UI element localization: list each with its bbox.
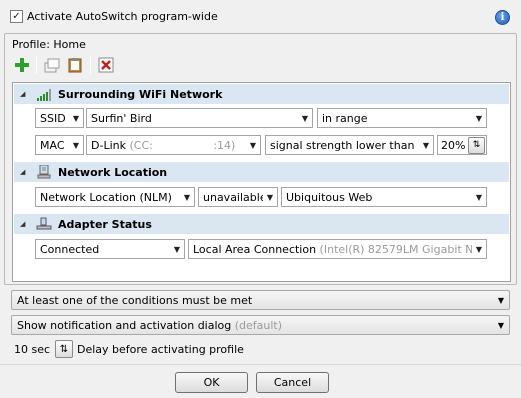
info-icon[interactable]: i — [495, 10, 510, 25]
section-wifi-header[interactable]: ◢ Surrounding WiFi Network — [14, 84, 509, 104]
notification-label: Show notification and activation dialog — [17, 318, 232, 332]
mac-value: D-Link (CC: :14) — [91, 139, 246, 152]
chevron-down-icon: ▼ — [475, 113, 483, 123]
delay-value[interactable]: 10 sec — [14, 343, 50, 356]
dialog-separator — [0, 364, 521, 365]
network-adapter-icon — [36, 217, 52, 231]
mac-type-value: MAC — [40, 138, 65, 152]
chevron-down-icon: ▼ — [475, 244, 483, 254]
ok-button[interactable]: OK — [175, 372, 248, 393]
mac-condition-value: signal strength lower than — [270, 138, 415, 152]
chevron-down-icon: ▼ — [183, 192, 191, 202]
delete-icon — [98, 57, 114, 73]
mac-value-input[interactable]: D-Link (CC: :14) ▼ — [86, 135, 261, 155]
section-adapter-header[interactable]: ◢ Adapter Status — [14, 214, 509, 234]
computer-icon — [36, 165, 52, 179]
conditions-panel: ◢ Surrounding WiFi Network SSID ▼ Surfin… — [12, 82, 511, 282]
chevron-down-icon: ▼ — [475, 192, 483, 202]
condition-mode-value: At least one of the conditions must be m… — [17, 293, 253, 307]
signal-threshold-input[interactable]: 20% ⇅ — [437, 135, 487, 155]
section-location-header[interactable]: ◢ Network Location — [14, 162, 509, 182]
add-button[interactable] — [13, 56, 31, 74]
section-adapter-title: Adapter Status — [58, 217, 152, 231]
location-type-select[interactable]: Network Location (NLM) ▼ — [35, 187, 195, 207]
condition-mode-select[interactable]: At least one of the conditions must be m… — [11, 290, 510, 310]
profile-label: Profile: Home — [12, 38, 86, 51]
section-location-title: Network Location — [58, 165, 168, 179]
chevron-down-icon: ▼ — [422, 140, 430, 150]
wifi-ssid-value: Surfin' Bird — [91, 111, 152, 125]
adapter-select[interactable]: Local Area Connection (Intel(R) 82579LM … — [188, 239, 487, 259]
spin-icon: ⇅ — [59, 343, 69, 355]
chevron-down-icon: ▼ — [72, 140, 80, 150]
adapter-name: Local Area Connection — [193, 242, 317, 256]
wifi-ssid-input[interactable]: Surfin' Bird ▼ — [86, 108, 313, 128]
chevron-down-icon: ▼ — [497, 295, 505, 305]
adapter-detail: (Intel(R) 82579LM Gigabit Network — [319, 242, 472, 256]
chevron-down-icon: ▼ — [173, 244, 181, 254]
wifi-type-value: SSID — [40, 111, 66, 125]
activate-checkbox[interactable]: ✓ — [10, 10, 23, 23]
chevron-down-icon: ▼ — [301, 113, 309, 123]
location-type-value: Network Location (NLM) — [40, 190, 172, 204]
activate-label: Activate AutoSwitch program-wide — [27, 10, 218, 23]
chevron-down-icon: ▼ — [249, 140, 257, 150]
mac-type-select[interactable]: MAC ▼ — [35, 135, 84, 155]
mac-device-name: D-Link — [91, 138, 126, 152]
duplicate-icon — [44, 58, 60, 73]
spin-icon[interactable]: ⇅ — [468, 136, 485, 154]
activate-checkbox-row[interactable]: ✓ Activate AutoSwitch program-wide — [10, 10, 218, 23]
location-value: Ubiquitous Web — [286, 190, 373, 204]
signal-threshold-value: 20% — [441, 138, 466, 152]
delay-label: Delay before activating profile — [77, 343, 244, 356]
paste-icon — [68, 58, 82, 73]
collapse-icon[interactable]: ◢ — [20, 90, 28, 98]
location-state-select[interactable]: unavailable ▼ — [198, 187, 278, 207]
collapse-icon[interactable]: ◢ — [20, 168, 28, 176]
adapter-value: Local Area Connection (Intel(R) 82579LM … — [193, 243, 472, 256]
toolbar-separator — [90, 56, 91, 74]
delay-spin-button[interactable]: ⇅ — [55, 340, 73, 358]
wifi-condition-value: in range — [322, 111, 368, 125]
notification-suffix: (default) — [231, 318, 283, 332]
location-value-input[interactable]: Ubiquitous Web ▼ — [281, 187, 487, 207]
wifi-condition-select[interactable]: in range ▼ — [317, 108, 487, 128]
duplicate-button[interactable] — [43, 56, 61, 74]
mac-address-detail: (CC: :14) — [125, 138, 236, 152]
chevron-down-icon: ▼ — [497, 320, 505, 330]
cancel-button[interactable]: Cancel — [256, 372, 329, 393]
section-wifi-title: Surrounding WiFi Network — [58, 87, 223, 101]
location-state-value: unavailable — [203, 190, 263, 204]
chevron-down-icon: ▼ — [72, 113, 80, 123]
add-icon — [15, 58, 29, 72]
mac-condition-select[interactable]: signal strength lower than ▼ — [265, 135, 434, 155]
adapter-state-select[interactable]: Connected ▼ — [35, 239, 185, 259]
chevron-down-icon: ▼ — [266, 192, 274, 202]
notification-value: Show notification and activation dialog … — [17, 319, 493, 332]
notification-select[interactable]: Show notification and activation dialog … — [11, 315, 510, 335]
wifi-type-select[interactable]: SSID ▼ — [35, 108, 84, 128]
collapse-icon[interactable]: ◢ — [20, 220, 28, 228]
delete-button[interactable] — [97, 56, 115, 74]
toolbar-separator — [36, 56, 37, 74]
adapter-state-value: Connected — [40, 242, 100, 256]
wifi-signal-icon — [36, 87, 52, 101]
paste-button[interactable] — [66, 56, 84, 74]
